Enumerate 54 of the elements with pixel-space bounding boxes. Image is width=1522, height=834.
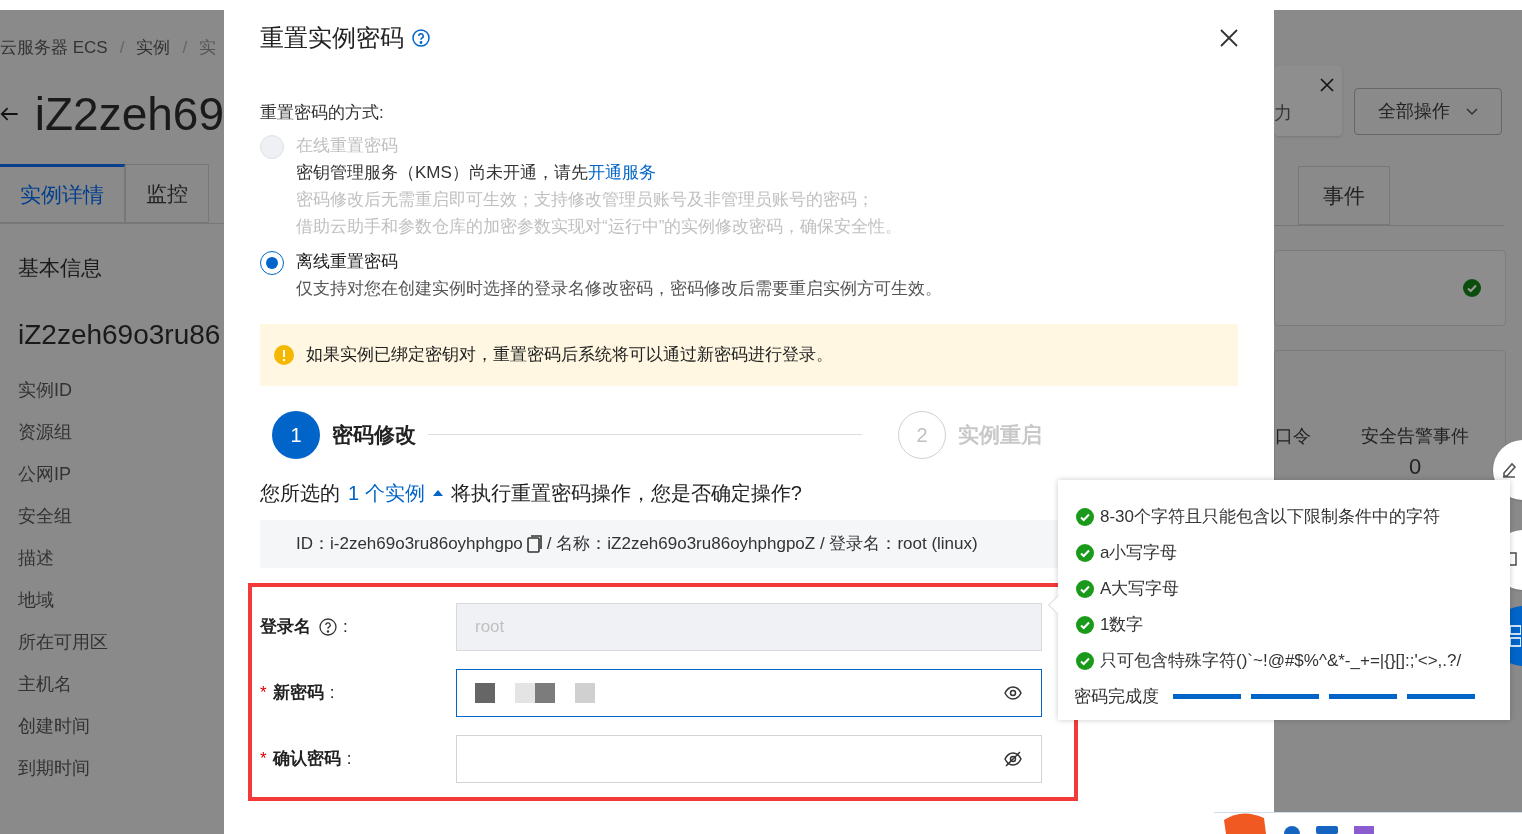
colon: : xyxy=(343,615,348,638)
field-label: 到期时间 xyxy=(18,757,91,780)
radio-label[interactable]: 离线重置密码 xyxy=(296,247,942,275)
rule-text: A大写字母 xyxy=(1100,578,1180,601)
field-label: 公网IP xyxy=(18,463,72,486)
field-label: 描述 xyxy=(18,547,55,570)
confirm-text: 将执行重置密码操作，您是否确定操作? xyxy=(450,480,802,506)
field-label: 主机名 xyxy=(18,673,73,696)
all-actions-button[interactable]: 全部操作 xyxy=(1354,88,1502,135)
page-title: iZ2zeh69 xyxy=(34,91,224,137)
step-label: 密码修改 xyxy=(332,421,416,448)
field-label: 地域 xyxy=(18,589,55,612)
rule-text: 8-30个字符且只能包含以下限制条件中的字符 xyxy=(1100,506,1441,529)
field-label: 安全组 xyxy=(18,505,73,528)
strength-label: 密码完成度 xyxy=(1074,686,1159,708)
stat-label: 安全告警事件 xyxy=(1361,425,1469,448)
instance-name: iZ2zeh69o3ru86 xyxy=(17,317,222,352)
instance-details: / 名称：iZ2zeh69o3ru86oyhphgpoZ / 登录名：root (linux) xyxy=(546,532,978,555)
tab[interactable]: 实例详情 xyxy=(0,164,125,223)
field-label: 所在可用区 xyxy=(18,631,109,654)
stat-label: 口令 xyxy=(1275,425,1311,448)
stat-value: 0 xyxy=(1408,453,1422,481)
required-asterisk: * xyxy=(260,747,267,770)
notice-text: 密钥管理服务（KMS）尚未开通，请先开通服务 xyxy=(296,161,657,184)
option-description: 密码修改后无需重启即可生效；支持修改管理员账号及非管理员账号的密码； xyxy=(296,188,875,211)
field-label: 创建时间 xyxy=(18,715,91,738)
colon: : xyxy=(346,747,352,770)
instance-id: ID：i-2zeh69o3ru86oyhphgpo xyxy=(296,532,523,555)
instance-count-link[interactable]: 1 个实例 xyxy=(348,477,443,508)
rule-text: 1数字 xyxy=(1100,614,1144,637)
toast-text: 力 xyxy=(1274,102,1292,125)
option-description: 借助云助手和参数仓库的加密参数实现对“运行中”的实例修改密码，确保安全性。 xyxy=(296,215,903,238)
tab[interactable]: 事件 xyxy=(1298,166,1390,225)
field-label: 新密码 xyxy=(272,681,324,704)
method-label: 重置密码的方式: xyxy=(260,102,385,124)
option-description: 仅支持对您在创建实例时选择的登录名修改密码，密码修改后需要重启实例方可生效。 xyxy=(296,277,942,300)
field-label: 实例ID xyxy=(18,379,73,402)
tab[interactable]: 监控 xyxy=(125,164,209,223)
field-label: 资源组 xyxy=(18,421,73,444)
confirm-text: 您所选的 xyxy=(260,480,340,506)
field-label: 确认密码 xyxy=(272,747,341,770)
field-label: 登录名 xyxy=(260,615,311,638)
breadcrumb-link[interactable]: 云服务器 ECS xyxy=(0,35,108,61)
dialog-title: 重置实例密码 xyxy=(260,23,404,53)
step-number: 1 xyxy=(272,410,320,459)
section-title: 基本信息 xyxy=(17,255,103,281)
rule-text: a小写字母 xyxy=(1100,542,1178,565)
required-asterisk: * xyxy=(260,681,267,704)
breadcrumb-separator: / xyxy=(182,37,188,60)
breadcrumb-separator: / xyxy=(119,37,125,60)
rule-text: 只可包含特殊字符()`~!@#$%^&*-_+=|{}[]:;'<>,.?/ xyxy=(1100,650,1462,673)
breadcrumb-link[interactable]: 实例 xyxy=(136,35,171,61)
alert-text: 如果实例已绑定密钥对，重置密码后系统将可以通过新密码进行登录。 xyxy=(306,343,833,366)
colon: : xyxy=(329,681,335,704)
